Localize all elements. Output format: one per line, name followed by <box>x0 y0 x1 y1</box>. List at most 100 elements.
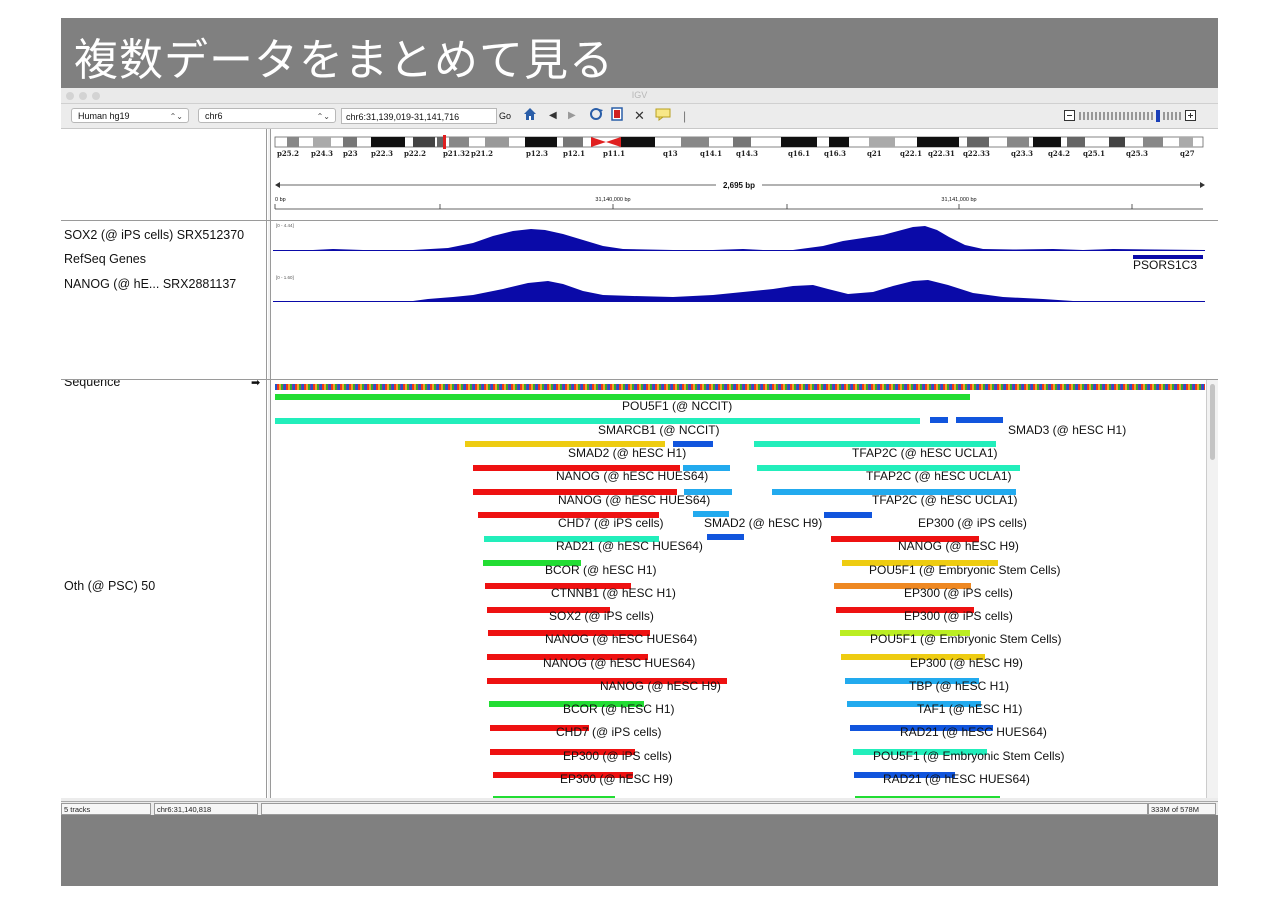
feature-bar[interactable] <box>855 796 1000 798</box>
panel-divider[interactable] <box>268 380 271 798</box>
vertical-scrollbar[interactable] <box>1206 380 1218 798</box>
band-label: q22.31 <box>928 149 955 158</box>
data-tracks-svg[interactable]: [0 - 4.44] PSORS1C3 [0 - 1.60] <box>273 221 1218 379</box>
feature-label[interactable]: NANOG (@ hESC HUES64) <box>543 656 695 670</box>
feature-label[interactable]: POU5F1 (@ Embryonic Stem Cells) <box>873 749 1065 763</box>
status-track-count: 5 tracks <box>61 803 151 815</box>
feature-label[interactable]: CHD7 (@ iPS cells) <box>556 725 662 739</box>
forward-icon[interactable]: ▶ <box>568 107 576 125</box>
feature-label[interactable]: EP300 (@ hESC H9) <box>910 656 1023 670</box>
feature-label[interactable]: TFAP2C (@ hESC UCLA1) <box>852 446 998 460</box>
feature-label[interactable]: NANOG (@ hESC HUES64) <box>556 469 708 483</box>
status-message <box>261 803 1148 815</box>
feature-label[interactable]: TFAP2C (@ hESC UCLA1) <box>872 493 1018 507</box>
panel-divider[interactable] <box>268 221 271 379</box>
track-name-sox2[interactable]: SOX2 (@ iPS cells) SRX512370 <box>64 228 244 242</box>
feature-label[interactable]: EP300 (@ iPS cells) <box>904 586 1013 600</box>
scrollbar-thumb[interactable] <box>1210 384 1215 460</box>
feature-label[interactable]: POU5F1 (@ NCCIT) <box>622 399 732 413</box>
ruler-tick-label: 31,141,000 bp <box>941 197 976 203</box>
chromosome-ideogram <box>274 135 1204 149</box>
feature-label[interactable]: EP300 (@ iPS cells) <box>563 749 672 763</box>
track-name-sequence[interactable]: Sequence <box>64 380 120 389</box>
status-position: chr6:31,140,818 <box>154 803 258 815</box>
feature-label[interactable]: NANOG (@ hESC H9) <box>600 679 721 693</box>
region-icon[interactable] <box>611 107 623 126</box>
toolbar-separator: | <box>683 109 687 123</box>
feature-label[interactable]: NANOG (@ hESC H9) <box>898 539 1019 553</box>
ideogram-ruler-svg[interactable]: p25.2 p24.3 p23 p22.3 p22.2 p21.32 p21.2 p12.3 p… <box>273 129 1218 220</box>
feature-label[interactable]: TBP (@ hESC H1) <box>909 679 1009 693</box>
feature-label[interactable]: EP300 (@ hESC H9) <box>560 772 673 786</box>
feature-label[interactable]: RAD21 (@ hESC HUES64) <box>900 725 1047 739</box>
feature-label[interactable]: NANOG (@ hESC HUES64) <box>558 493 710 507</box>
feature-bar[interactable] <box>824 512 872 518</box>
feature-label[interactable]: EP300 (@ iPS cells) <box>904 609 1013 623</box>
refresh-icon[interactable] <box>588 107 604 126</box>
band-label: p12.3 <box>526 149 548 158</box>
feature-label[interactable]: POU5F1 (@ Embryonic Stem Cells) <box>869 563 1061 577</box>
feature-name-panel: Sequence ➡ Oth (@ PSC) 50 <box>61 380 267 798</box>
feature-label[interactable]: POU5F1 (@ Embryonic Stem Cells) <box>870 632 1062 646</box>
select-arrows-icon: ⌃⌄ <box>316 112 330 121</box>
band-label: q25.1 <box>1083 149 1105 158</box>
feature-label[interactable]: TAF1 (@ hESC H1) <box>917 702 1022 716</box>
panel-divider[interactable] <box>268 129 271 220</box>
band-label: p12.1 <box>563 149 585 158</box>
band-label: q22.33 <box>963 149 990 158</box>
band-label: q22.1 <box>900 149 922 158</box>
zoom-widget[interactable] <box>1064 109 1204 123</box>
feature-bar[interactable] <box>707 534 744 540</box>
window-titlebar: IGV <box>61 88 1218 104</box>
band-label: q14.1 <box>700 149 722 158</box>
feature-label[interactable]: SMAD3 (@ hESC H1) <box>1008 423 1126 437</box>
band-label: p22.3 <box>371 149 393 158</box>
feature-bar[interactable] <box>493 796 615 798</box>
locus-input[interactable]: chr6:31,139,019-31,141,716 <box>341 108 497 124</box>
band-label: q16.3 <box>824 149 846 158</box>
feature-panel: Sequence ➡ Oth (@ PSC) 50 POU5F1 (@ NCCI… <box>61 380 1218 798</box>
track-name-refseq[interactable]: RefSeq Genes <box>64 252 146 266</box>
feature-label[interactable]: SMAD2 (@ hESC H9) <box>704 516 822 530</box>
track-name-nanog[interactable]: NANOG (@ hE... SRX2881137 <box>64 277 236 291</box>
status-memory: 333M of 578M <box>1148 803 1216 815</box>
sox2-coverage <box>273 226 1205 251</box>
header-panel: p25.2 p24.3 p23 p22.3 p22.2 p21.32 p21.2 p12.3 p… <box>61 129 1218 222</box>
feature-label[interactable]: SOX2 (@ iPS cells) <box>549 609 654 623</box>
band-label: q13 <box>663 149 678 158</box>
feature-label[interactable]: TFAP2C (@ hESC UCLA1) <box>866 469 1012 483</box>
chromosome-select[interactable]: chr6 ⌃⌄ <box>198 108 336 123</box>
feature-label[interactable]: RAD21 (@ hESC HUES64) <box>556 539 703 553</box>
ruler: 2,695 bp 0 bp 31,140,000 bp 31,141,000 b… <box>274 178 1205 210</box>
feature-label[interactable]: BCOR (@ hESC H1) <box>563 702 675 716</box>
feature-track-canvas[interactable]: POU5F1 (@ NCCIT) SMARCB1 (@ NCCIT) SMAD3 (… <box>273 380 1206 798</box>
band-label: q25.3 <box>1126 149 1148 158</box>
feature-bar[interactable] <box>930 417 948 423</box>
feature-label[interactable]: SMAD2 (@ hESC H1) <box>568 446 686 460</box>
feature-label[interactable]: CHD7 (@ iPS cells) <box>558 516 664 530</box>
feature-label[interactable]: RAD21 (@ hESC HUES64) <box>883 772 1030 786</box>
popup-info-icon[interactable] <box>655 107 671 126</box>
resize-icon[interactable]: ✕ <box>634 107 645 125</box>
strand-arrow-icon[interactable]: ➡ <box>251 380 260 389</box>
header-name-panel <box>61 129 267 220</box>
band-label: p25.2 <box>277 149 299 158</box>
track-name-oth-psc[interactable]: Oth (@ PSC) 50 <box>64 579 155 593</box>
genome-select[interactable]: Human hg19 ⌃⌄ <box>71 108 189 123</box>
band-labels: p25.2 p24.3 p23 p22.3 p22.2 p21.32 p21.2 p12.3 p… <box>277 149 1195 158</box>
select-arrows-icon: ⌃⌄ <box>169 112 183 121</box>
ruler-span-label: 2,695 bp <box>723 181 755 190</box>
band-label: q14.3 <box>736 149 758 158</box>
go-button[interactable]: Go <box>499 109 511 123</box>
feature-label[interactable]: CTNNB1 (@ hESC H1) <box>551 586 676 600</box>
feature-label[interactable]: SMARCB1 (@ NCCIT) <box>598 423 720 437</box>
feature-label[interactable]: BCOR (@ hESC H1) <box>545 563 657 577</box>
home-icon[interactable] <box>523 107 537 126</box>
band-label: p21.2 <box>471 149 493 158</box>
back-icon[interactable]: ◀ <box>549 107 557 125</box>
feature-label[interactable]: NANOG (@ hESC HUES64) <box>545 632 697 646</box>
feature-label[interactable]: EP300 (@ iPS cells) <box>918 516 1027 530</box>
nanog-range-label: [0 - 1.60] <box>276 275 294 280</box>
feature-bar[interactable] <box>956 417 1003 423</box>
sequence-track[interactable] <box>275 384 1205 390</box>
